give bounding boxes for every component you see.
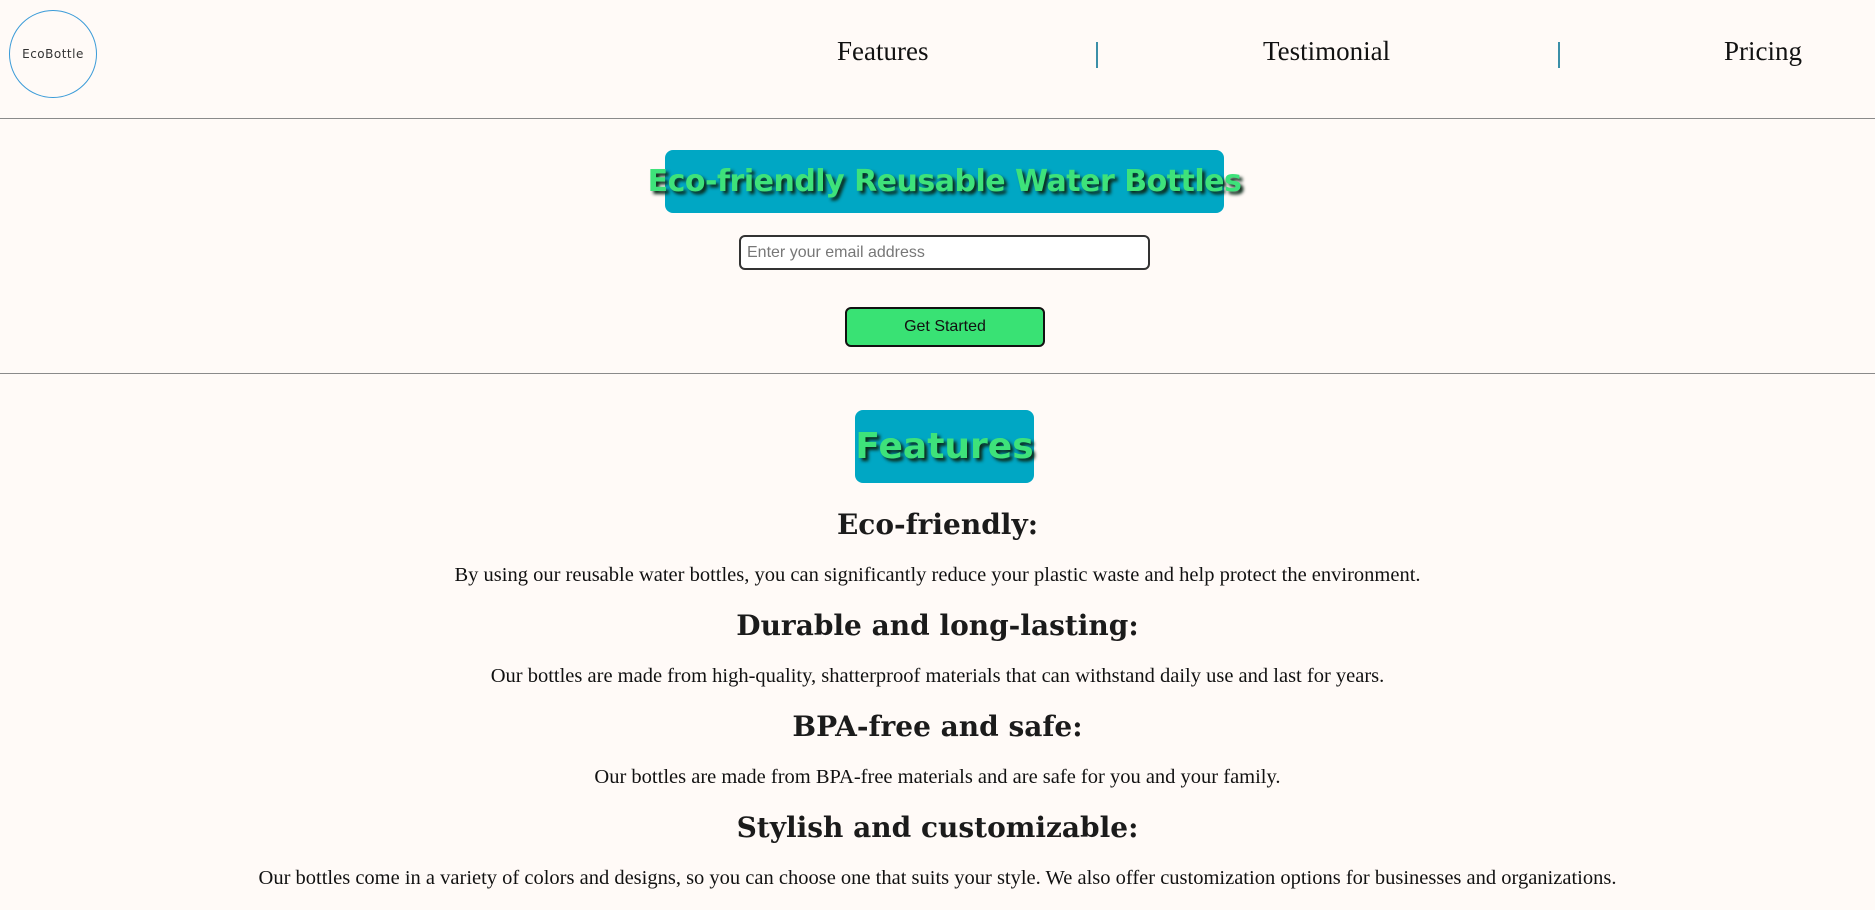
nav-link-testimonial[interactable]: Testimonial — [1263, 36, 1390, 67]
feature-heading-bpa-free: BPA-free and safe: — [792, 710, 1083, 743]
features-title-box: Features — [855, 410, 1034, 483]
get-started-button[interactable]: Get Started — [845, 307, 1045, 347]
nav-link-pricing[interactable]: Pricing — [1724, 36, 1802, 67]
feature-heading-durable: Durable and long-lasting: — [736, 609, 1139, 642]
main-nav: Features Testimonial Pricing — [0, 0, 1875, 110]
site-header: EcoBottle Features Testimonial Pricing — [0, 0, 1875, 119]
feature-description-durable: Our bottles are made from high-quality, … — [490, 665, 1385, 687]
hero-title-box: Eco-friendly Reusable Water Bottles — [648, 150, 1242, 213]
nav-separator — [1558, 42, 1560, 68]
nav-separator — [1096, 42, 1098, 68]
email-input[interactable] — [739, 235, 1150, 270]
feature-description-stylish: Our bottles come in a variety of colors … — [258, 867, 1617, 889]
nav-link-features[interactable]: Features — [837, 36, 928, 67]
features-title: Features — [855, 426, 1034, 467]
hero-section: Eco-friendly Reusable Water Bottles Get … — [0, 119, 1875, 374]
hero-title: Eco-friendly Reusable Water Bottles — [647, 164, 1242, 199]
feature-description-eco-friendly: By using our reusable water bottles, you… — [454, 564, 1421, 586]
features-section: Features Eco-friendly: By using our reus… — [0, 374, 1875, 910]
feature-heading-stylish: Stylish and customizable: — [736, 811, 1139, 844]
feature-description-bpa-free: Our bottles are made from BPA-free mater… — [594, 766, 1281, 788]
feature-heading-eco-friendly: Eco-friendly: — [836, 508, 1039, 541]
